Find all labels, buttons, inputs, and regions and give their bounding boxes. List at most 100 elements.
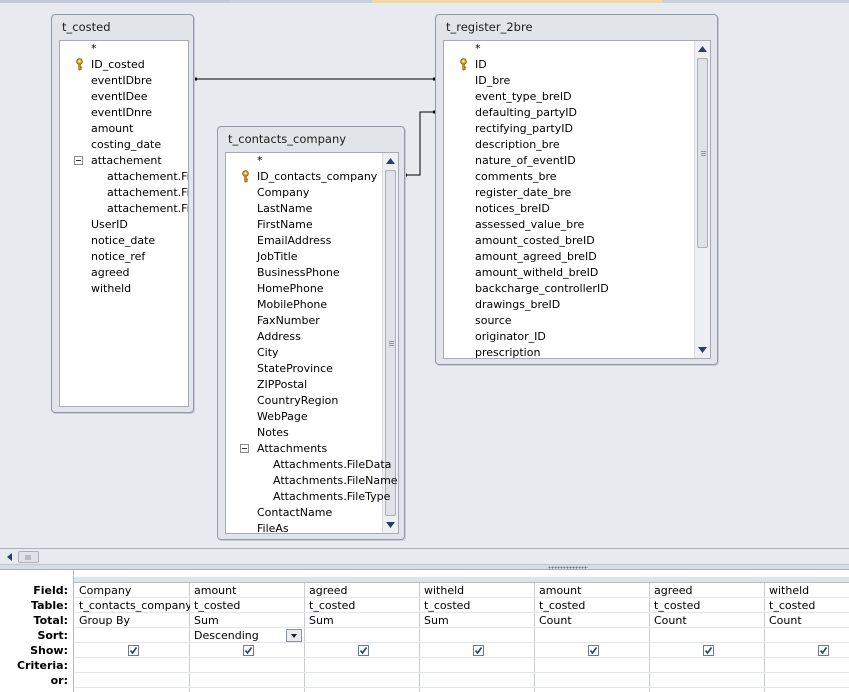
field-item[interactable]: CountryRegion xyxy=(257,393,338,409)
grid-cell-table[interactable]: t_contacts_company xyxy=(75,598,190,613)
field-item[interactable]: attachement xyxy=(91,153,162,169)
field-item[interactable]: register_date_bre xyxy=(475,185,571,201)
grid-cell-or[interactable] xyxy=(765,673,849,688)
grid-cell-sort[interactable] xyxy=(650,628,765,643)
grid-cell-field[interactable]: witheld xyxy=(420,583,535,598)
grid-cell-field[interactable]: witheld xyxy=(765,583,849,598)
grid-column[interactable]: agreed t_costed Sum xyxy=(305,583,420,692)
field-item[interactable]: Attachments.FileData xyxy=(273,457,391,473)
field-item[interactable]: notice_ref xyxy=(91,249,145,265)
field-item[interactable]: Attachments.FileType xyxy=(273,489,390,505)
grid-cell-or[interactable] xyxy=(75,673,190,688)
field-item[interactable]: Attachments.FileName xyxy=(273,473,398,489)
grid-cell-table[interactable]: t_costed xyxy=(765,598,849,613)
grid-cell-or[interactable] xyxy=(190,673,305,688)
field-item[interactable]: eventIDnre xyxy=(91,105,152,121)
field-item[interactable]: UserID xyxy=(91,217,128,233)
grid-cell-total[interactable]: Count xyxy=(765,613,849,628)
show-checkbox[interactable] xyxy=(358,645,369,656)
field-item[interactable]: rectifying_partyID xyxy=(475,121,573,137)
field-item[interactable]: City xyxy=(257,345,279,361)
field-item[interactable]: drawings_breID xyxy=(475,297,560,313)
field-item[interactable]: WebPage xyxy=(257,409,308,425)
field-item[interactable]: amount_costed_breID xyxy=(475,233,595,249)
grid-column[interactable]: witheld t_costed Sum xyxy=(420,583,535,692)
field-item[interactable]: ID_costed xyxy=(91,57,145,73)
splitter-grip[interactable] xyxy=(548,566,588,569)
scroll-down-icon[interactable] xyxy=(383,517,398,532)
field-item[interactable]: ID_contacts_company xyxy=(257,169,377,185)
show-checkbox[interactable] xyxy=(818,645,829,656)
grid-cell-total[interactable]: Sum xyxy=(420,613,535,628)
scroll-thumb[interactable] xyxy=(697,58,708,248)
field-item[interactable]: assessed_value_bre xyxy=(475,217,584,233)
grid-cell-total[interactable]: Sum xyxy=(305,613,420,628)
grid-cell-table[interactable]: t_costed xyxy=(305,598,420,613)
grid-cell-sort[interactable] xyxy=(420,628,535,643)
field-item[interactable]: EmailAddress xyxy=(257,233,331,249)
grid-cell-sort[interactable] xyxy=(305,628,420,643)
collapse-icon[interactable] xyxy=(74,156,83,165)
grid-cell-criteria[interactable] xyxy=(650,658,765,673)
field-item[interactable]: comments_bre xyxy=(475,169,557,185)
grid-cell-table[interactable]: t_costed xyxy=(420,598,535,613)
field-item[interactable]: StateProvince xyxy=(257,361,333,377)
grid-cell-sort[interactable] xyxy=(765,628,849,643)
show-checkbox[interactable] xyxy=(243,645,254,656)
grid-column[interactable]: agreed t_costed Count xyxy=(650,583,765,692)
field-item[interactable]: backcharge_controllerID xyxy=(475,281,609,297)
grid-cell-field[interactable]: agreed xyxy=(650,583,765,598)
scroll-down-icon[interactable] xyxy=(695,342,710,357)
field-item[interactable]: Notes xyxy=(257,425,289,441)
grid-cell-table[interactable]: t_costed xyxy=(650,598,765,613)
grid-cell-criteria[interactable] xyxy=(765,658,849,673)
field-item[interactable]: originator_ID xyxy=(475,329,546,345)
grid-cell-field[interactable]: amount xyxy=(535,583,650,598)
field-item[interactable]: eventIDbre xyxy=(91,73,152,89)
field-item[interactable]: Company xyxy=(257,185,309,201)
grid-cell-criteria[interactable] xyxy=(535,658,650,673)
field-list-t-register-2bre[interactable]: t_register_2bre * ID ID_bre event_type_breI… xyxy=(435,14,718,365)
scroll-up-icon[interactable] xyxy=(695,42,710,57)
field-item[interactable]: notice_date xyxy=(91,233,155,249)
collapse-icon[interactable] xyxy=(240,444,249,453)
scroll-up-icon[interactable] xyxy=(383,154,398,169)
field-item[interactable]: MobilePhone xyxy=(257,297,327,313)
field-item[interactable]: event_type_breID xyxy=(475,89,572,105)
field-item[interactable]: costing_date xyxy=(91,137,161,153)
grid-cell-criteria[interactable] xyxy=(305,658,420,673)
grid-cell-criteria[interactable] xyxy=(190,658,305,673)
grid-cell-total[interactable]: Count xyxy=(650,613,765,628)
field-item[interactable]: Address xyxy=(257,329,301,345)
field-item[interactable]: HomePhone xyxy=(257,281,324,297)
grid-cell-sort[interactable] xyxy=(535,628,650,643)
field-item[interactable]: description_bre xyxy=(475,137,560,153)
query-design-grid[interactable]: Field: Table: Total: Sort: Show: Criteri… xyxy=(0,570,849,692)
show-checkbox[interactable] xyxy=(473,645,484,656)
sort-dropdown-icon[interactable] xyxy=(286,629,302,642)
field-item[interactable]: attachement.FileData xyxy=(107,169,188,185)
grid-cell-table[interactable]: t_costed xyxy=(535,598,650,613)
grid-cell-field[interactable]: agreed xyxy=(305,583,420,598)
grid-cell-field[interactable]: Company xyxy=(75,583,190,598)
field-list-t-contacts-company[interactable]: t_contacts_company * ID_contacts_company C… xyxy=(217,126,405,540)
field-item[interactable]: ID_bre xyxy=(475,73,510,89)
vertical-scrollbar[interactable] xyxy=(694,41,710,358)
grid-column[interactable]: amount t_costed Sum Descending xyxy=(190,583,305,692)
grid-cell-criteria[interactable] xyxy=(420,658,535,673)
field-item[interactable]: ID xyxy=(475,57,487,73)
field-item[interactable]: eventIDee xyxy=(91,89,148,105)
grid-cell-table[interactable]: t_costed xyxy=(190,598,305,613)
field-item[interactable]: * xyxy=(475,41,481,57)
field-item[interactable]: BusinessPhone xyxy=(257,265,340,281)
field-item[interactable]: agreed xyxy=(91,265,130,281)
field-item[interactable]: ZIPPostal xyxy=(257,377,307,393)
field-item[interactable]: notices_breID xyxy=(475,201,550,217)
field-item[interactable]: Attachments xyxy=(257,441,327,457)
field-item[interactable]: ContactName xyxy=(257,505,332,521)
field-item[interactable]: JobTitle xyxy=(257,249,298,265)
field-item[interactable]: nature_of_eventID xyxy=(475,153,576,169)
grid-cell-or[interactable] xyxy=(535,673,650,688)
grid-cell-field[interactable]: amount xyxy=(190,583,305,598)
grid-cell-criteria[interactable] xyxy=(75,658,190,673)
